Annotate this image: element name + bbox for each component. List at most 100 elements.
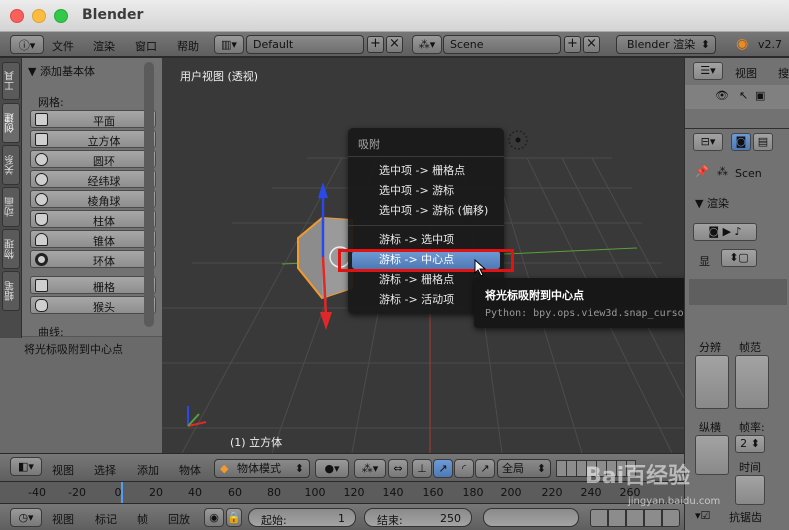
pivot-point-select[interactable]: ⁂▾ bbox=[354, 459, 386, 478]
current-frame-field[interactable] bbox=[483, 508, 579, 527]
close-window-button[interactable] bbox=[10, 9, 24, 23]
add-torus-button[interactable]: 环体 bbox=[30, 250, 156, 268]
timeline-menu-playback[interactable]: 回放 bbox=[168, 511, 190, 527]
tab-animation[interactable]: 动画 bbox=[2, 187, 20, 227]
camera-widget[interactable] bbox=[508, 130, 528, 150]
object-mode-icon: ◆ bbox=[220, 462, 229, 475]
select-arrow-icon[interactable]: ↖ bbox=[739, 89, 748, 102]
render-engine-select[interactable]: Blender 渲染 ⬍ bbox=[616, 35, 716, 54]
add-cone-button[interactable]: 锥体 bbox=[30, 230, 156, 248]
add-ico-sphere-button[interactable]: 棱角球 bbox=[30, 190, 156, 208]
antialias-checkbox[interactable]: ▾☑ bbox=[695, 509, 710, 522]
tab-tools[interactable]: 工具 bbox=[2, 62, 20, 100]
resolution-fields[interactable] bbox=[695, 355, 729, 409]
z-arrow-head[interactable] bbox=[318, 182, 328, 198]
menu-file[interactable]: 文件 bbox=[52, 38, 74, 54]
playback-controls[interactable] bbox=[590, 509, 680, 527]
viewport-shading-select[interactable]: ●▾ bbox=[315, 459, 349, 478]
view3d-editor-type-button[interactable]: ◧▾ bbox=[10, 457, 42, 476]
rotate-manipulator-button[interactable]: ◜ bbox=[454, 459, 474, 478]
tab-physics[interactable]: 物理 bbox=[2, 229, 20, 269]
display-mode-select[interactable]: ⬍▢ bbox=[721, 249, 757, 267]
lock-toggle[interactable]: 🔒 bbox=[226, 508, 242, 527]
add-monkey-button[interactable]: 猴头 bbox=[30, 296, 156, 314]
cylinder-icon bbox=[35, 213, 48, 226]
tab-relations[interactable]: 关系 bbox=[2, 145, 20, 185]
menu-item-cursor-to-selected[interactable]: 游标 -> 选中项 bbox=[352, 231, 500, 249]
pin-icon[interactable]: 📌 bbox=[695, 165, 709, 178]
layout-browse-button[interactable]: ▥▾ bbox=[214, 35, 244, 54]
menu-render[interactable]: 渲染 bbox=[93, 38, 115, 54]
delete-scene-button[interactable]: × bbox=[583, 36, 600, 53]
scene-name-field[interactable]: Scene bbox=[443, 35, 561, 54]
add-circle-button[interactable]: 圆环 bbox=[30, 150, 156, 168]
menu-select[interactable]: 选择 bbox=[94, 462, 116, 478]
camera-render-icon[interactable]: ▣ bbox=[755, 89, 765, 102]
render-panel-header[interactable]: ▼ 渲染 bbox=[695, 195, 729, 211]
translate-manipulator-button[interactable]: ↗ bbox=[433, 459, 453, 478]
add-primitive-panel-header[interactable]: ▼ 添加基本体 bbox=[28, 63, 95, 79]
add-plane-button[interactable]: 平面 bbox=[30, 110, 156, 128]
time-remap-fields[interactable] bbox=[735, 475, 765, 505]
layers-icon: ▤ bbox=[757, 135, 769, 148]
menu-item-selection-to-cursor[interactable]: 选中项 -> 游标 bbox=[352, 182, 500, 200]
frame-range-label: 帧范 bbox=[739, 341, 761, 354]
timeline-editor-type-button[interactable]: ◷▾ bbox=[10, 508, 42, 527]
minimize-window-button[interactable] bbox=[32, 9, 46, 23]
timeline-menu-marker[interactable]: 标记 bbox=[95, 511, 117, 527]
scale-manipulator-button[interactable]: ↗ bbox=[475, 459, 495, 478]
add-cube-button[interactable]: 立方体 bbox=[30, 130, 156, 148]
transform-manipulator-button[interactable]: ⊥ bbox=[412, 459, 432, 478]
menu-help[interactable]: 帮助 bbox=[177, 38, 199, 54]
time-label: 时间 bbox=[739, 461, 761, 474]
render-buttons-row[interactable]: ◙ ▶ ♪ bbox=[693, 223, 757, 241]
outliner-view-menu[interactable]: 视图 bbox=[735, 65, 757, 81]
add-layout-button[interactable]: + bbox=[367, 36, 384, 53]
menu-object[interactable]: 物体 bbox=[179, 462, 201, 478]
menu-add[interactable]: 添加 bbox=[137, 462, 159, 478]
add-scene-button[interactable]: + bbox=[564, 36, 581, 53]
add-uv-sphere-button[interactable]: 经纬球 bbox=[30, 170, 156, 188]
operator-panel-header[interactable]: ▼ 将光标吸附到中心点 bbox=[12, 341, 123, 357]
manipulator-toggle[interactable]: ⇔ bbox=[388, 459, 408, 478]
eye-icon[interactable]: 👁 bbox=[715, 89, 729, 102]
delete-layout-button[interactable]: × bbox=[386, 36, 403, 53]
active-object-label: (1) 立方体 bbox=[230, 436, 283, 449]
interaction-mode-select[interactable]: ◆ 物体模式 ⬍ bbox=[214, 459, 310, 478]
aspect-fields[interactable] bbox=[695, 435, 729, 475]
menu-view[interactable]: 视图 bbox=[52, 462, 74, 478]
outliner-editor-type-button[interactable]: ☰▾ bbox=[693, 62, 723, 80]
outliner-search-menu[interactable]: 搜 bbox=[778, 65, 789, 81]
menu-window[interactable]: 窗口 bbox=[135, 38, 157, 54]
version-label: v2.7 bbox=[758, 38, 783, 51]
timeline-menu-view[interactable]: 视图 bbox=[52, 511, 74, 527]
fps-select[interactable]: 2 ⬍ bbox=[735, 435, 765, 453]
aspect-label: 纵横 bbox=[699, 421, 721, 434]
tab-grease-pencil[interactable]: 蜡笔 bbox=[2, 271, 20, 311]
dimensions-panel-header[interactable] bbox=[689, 279, 787, 305]
updown-icon: ⬍ bbox=[536, 462, 546, 475]
timeline-menu-frame[interactable]: 帧 bbox=[137, 511, 148, 527]
tab-create[interactable]: 创建 bbox=[2, 103, 20, 143]
tool-shelf-scrollbar[interactable] bbox=[144, 62, 154, 327]
render-layers-button[interactable]: ▤ bbox=[753, 133, 773, 151]
add-grid-button[interactable]: 栅格 bbox=[30, 276, 156, 294]
frame-range-fields[interactable] bbox=[735, 355, 769, 409]
timeline[interactable]: -40 -20 0 20 40 60 80 100 120 140 160 18… bbox=[0, 481, 684, 504]
transform-orientation-select[interactable]: 全局 ⬍ bbox=[497, 459, 551, 478]
maximize-window-button[interactable] bbox=[54, 9, 68, 23]
current-frame-cursor[interactable] bbox=[121, 482, 123, 504]
y-arrow-head[interactable] bbox=[320, 312, 332, 330]
scene-browse-button[interactable]: ⁂▾ bbox=[412, 35, 442, 54]
layout-name-field[interactable]: Default bbox=[246, 35, 364, 54]
add-cylinder-button[interactable]: 柱体 bbox=[30, 210, 156, 228]
render-context-button[interactable]: ◙ bbox=[731, 133, 751, 151]
menu-item-selection-to-cursor-offset[interactable]: 选中项 -> 游标 (偏移) bbox=[352, 202, 500, 220]
end-frame-field[interactable]: 结束: 250 bbox=[364, 508, 472, 527]
menu-item-selection-to-grid[interactable]: 选中项 -> 栅格点 bbox=[352, 162, 500, 180]
start-frame-field[interactable]: 起始: 1 bbox=[248, 508, 356, 527]
properties-editor-type-button[interactable]: ⊟▾ bbox=[693, 133, 723, 151]
info-editor-type-button[interactable]: ⓘ▾ bbox=[10, 35, 44, 54]
auto-keying-button[interactable]: ◉ bbox=[204, 508, 224, 527]
cube-icon: ◧▾ bbox=[18, 460, 34, 473]
